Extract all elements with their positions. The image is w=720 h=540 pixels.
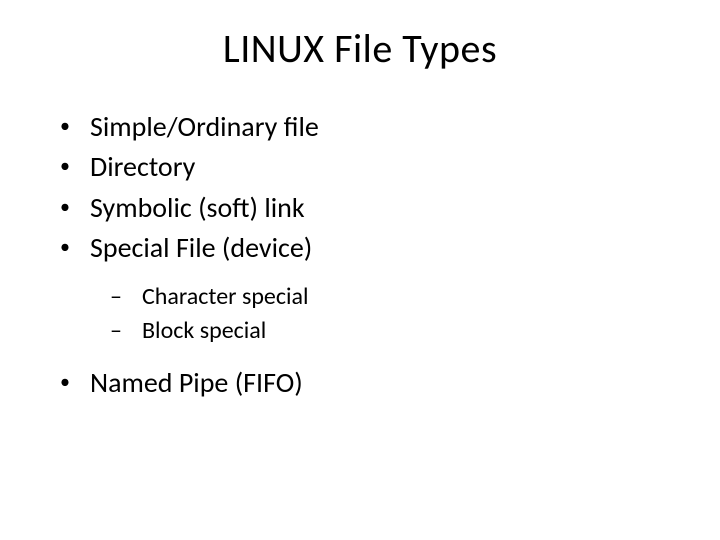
bullet-list: • Simple/Ordinary file • Directory • Sym… xyxy=(50,109,670,267)
list-item: • Symbolic (soft) link xyxy=(60,190,670,226)
sub-list-item-text: Character special xyxy=(142,281,309,313)
list-item-text: Directory xyxy=(90,149,195,185)
list-item: • Simple/Ordinary file xyxy=(60,109,670,145)
list-item-text: Symbolic (soft) link xyxy=(90,190,305,226)
list-item-text: Named Pipe (FIFO) xyxy=(90,365,303,401)
bullet-list-continued: • Named Pipe (FIFO) xyxy=(50,365,670,401)
slide: LINUX File Types • Simple/Ordinary file … xyxy=(0,0,720,540)
list-item-text: Special File (device) xyxy=(90,230,312,266)
list-item: • Special File (device) xyxy=(60,230,670,266)
sub-list-item: – Block special xyxy=(110,315,670,347)
bullet-icon: • xyxy=(60,365,90,399)
dash-icon: – xyxy=(110,315,142,347)
bullet-icon: • xyxy=(60,149,90,183)
list-item-text: Simple/Ordinary file xyxy=(90,109,319,145)
sub-list-item-text: Block special xyxy=(142,315,266,347)
sub-bullet-list: – Character special – Block special xyxy=(50,281,670,348)
sub-list-item: – Character special xyxy=(110,281,670,313)
bullet-icon: • xyxy=(60,230,90,264)
dash-icon: – xyxy=(110,281,142,313)
list-item: • Directory xyxy=(60,149,670,185)
slide-title: LINUX File Types xyxy=(50,24,670,73)
list-item: • Named Pipe (FIFO) xyxy=(60,365,670,401)
bullet-icon: • xyxy=(60,190,90,224)
bullet-icon: • xyxy=(60,109,90,143)
